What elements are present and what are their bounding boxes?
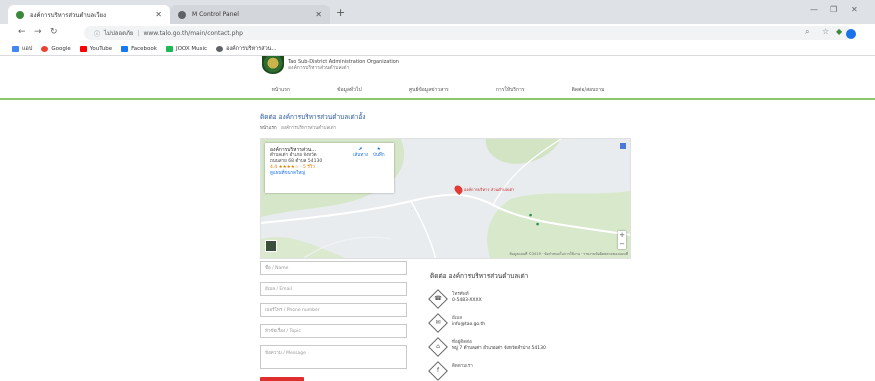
org-logo[interactable]: [262, 56, 284, 74]
zoom-out-icon[interactable]: −: [618, 240, 626, 249]
contact-address-value: หมู่ 7 ตำบลเต่า อำเภอเต่า จังหวัดลำปาง 5…: [452, 346, 546, 351]
org-name-thai: องค์การบริหารส่วนตำบลเต่า: [288, 65, 350, 71]
browser-toolbar: ← → ↻ ⓘ ไม่ปลอดภัย | www.talo.go.th/main…: [0, 24, 875, 42]
bookmark-joox[interactable]: JOOX Music: [165, 45, 207, 52]
nav-item-services[interactable]: การให้บริการ: [496, 86, 525, 94]
bookmark-youtube[interactable]: YouTube: [79, 45, 112, 52]
org-name: Tao Sub-District Administration Organiza…: [288, 59, 399, 71]
globe-icon: [216, 45, 224, 52]
subject-field[interactable]: [260, 324, 407, 338]
contact-social-label: ติดตามเรา: [452, 364, 473, 369]
main-nav: หน้าแรก ข้อมูลทั่วไป ศูนย์ข้อมูลข่าวสาร …: [248, 84, 628, 96]
tab-title: องค์การบริหารส่วนตำบลเวียง: [30, 11, 107, 19]
map-pin-label: องค์การบริหาร ส่วนตำบลเต่า: [464, 187, 515, 192]
browser-tab-active[interactable]: องค์การบริหารส่วนตำบลเวียง ✕: [8, 5, 170, 24]
map-card-larger-map-link[interactable]: ดูแผนที่ขนาดใหญ่: [270, 171, 389, 177]
nav-item-about[interactable]: ข้อมูลทั่วไป: [337, 86, 362, 94]
reload-icon[interactable]: ↻: [50, 27, 58, 37]
map-zoom-control[interactable]: + −: [618, 231, 626, 249]
map-place-label: ·: [411, 207, 413, 211]
map-poi-icon: ●: [536, 222, 540, 226]
security-label: ไม่ปลอดภัย: [104, 30, 134, 37]
globe-icon: [178, 10, 186, 19]
fullscreen-icon[interactable]: [620, 143, 626, 149]
content-panel: ติดต่อ องค์การบริหารส่วนตำบลเต่าอั้ง หน้…: [248, 104, 631, 381]
back-icon[interactable]: ←: [18, 27, 26, 37]
tab-title: M Control Panel: [192, 11, 239, 18]
map-credit[interactable]: ข้อมูลแผนที่ ©2019 · ข้อกำหนดในการใช้งาน…: [509, 251, 628, 257]
forward-icon[interactable]: →: [34, 27, 42, 37]
nav-item-home[interactable]: หน้าแรก: [272, 86, 290, 94]
breadcrumb: หน้าแรก องค์การบริหารส่วนตำบลเต่า: [260, 124, 336, 131]
browser-tab-inactive[interactable]: M Control Panel ✕: [170, 5, 330, 24]
joox-icon: [165, 45, 173, 52]
email-field[interactable]: [260, 282, 407, 296]
name-field[interactable]: [260, 261, 407, 275]
close-tab-icon[interactable]: ✕: [315, 10, 322, 19]
bookmark-google[interactable]: Google: [41, 45, 71, 52]
map-place-card: องค์การบริหารส่วน... ตำบลเต่า อำเภอ จังห…: [265, 143, 394, 193]
close-window-icon[interactable]: ✕: [851, 5, 858, 14]
message-field[interactable]: [260, 345, 407, 369]
site-favicon-icon: [16, 10, 24, 19]
bookmark-org[interactable]: องค์การบริหารส่วน...: [216, 45, 277, 53]
minimize-window-icon[interactable]: —: [810, 5, 818, 14]
google-map[interactable]: · ● ● องค์การบริหารส่วน... ตำบลเต่า อำเภ…: [260, 138, 631, 259]
map-directions-button[interactable]: ⬈ เส้นทาง: [353, 147, 368, 159]
email-icon: ✉: [435, 319, 441, 326]
contact-email-value[interactable]: info@tao.go.th: [452, 322, 485, 328]
phone-icon: ☎: [434, 295, 442, 302]
info-icon[interactable]: ⓘ: [94, 29, 100, 38]
bookmark-apps[interactable]: แอป: [12, 45, 32, 53]
profile-avatar[interactable]: [846, 29, 856, 39]
send-button[interactable]: [260, 377, 304, 381]
url-text: www.talo.go.th/main/contact.php: [143, 29, 243, 37]
browser-tabstrip: องค์การบริหารส่วนตำบลเวียง ✕ M Control P…: [0, 0, 875, 24]
facebook-icon: [121, 45, 129, 52]
phone-field[interactable]: [260, 303, 407, 317]
social-icon[interactable]: f: [433, 366, 443, 376]
zoom-icon[interactable]: ⌕: [805, 27, 809, 37]
address-bar[interactable]: ⓘ ไม่ปลอดภัย | www.talo.go.th/main/conta…: [84, 26, 852, 40]
map-poi-icon: ●: [529, 213, 533, 217]
breadcrumb-current: องค์การบริหารส่วนตำบลเต่า: [281, 126, 337, 131]
star-icon[interactable]: ☆: [822, 27, 829, 36]
contact-info-title: ติดต่อ องค์การบริหารส่วนตำบลเต่า: [430, 272, 529, 280]
google-icon: [41, 45, 49, 52]
breadcrumb-home[interactable]: หน้าแรก: [260, 126, 277, 131]
nav-item-contact[interactable]: ติดต่อ/สอบถาม: [572, 86, 605, 94]
map-save-button[interactable]: ★ บันทึก: [373, 147, 385, 159]
location-icon: ⌂: [436, 343, 440, 350]
satellite-toggle[interactable]: [265, 240, 277, 252]
bookmark-facebook[interactable]: Facebook: [121, 45, 157, 52]
nav-item-info-center[interactable]: ศูนย์ข้อมูลข่าวสาร: [409, 86, 449, 94]
maximize-window-icon[interactable]: ❐: [830, 5, 837, 14]
new-tab-icon[interactable]: +: [336, 6, 345, 19]
zoom-in-icon[interactable]: +: [618, 231, 626, 240]
close-tab-icon[interactable]: ✕: [155, 10, 162, 19]
extension-icon[interactable]: ◆: [836, 27, 842, 36]
contact-phone-value[interactable]: 0-5483-XXXX: [452, 298, 482, 304]
youtube-icon: [79, 45, 87, 52]
bookmarks-bar: แอป Google YouTube Facebook JOOX Music อ…: [0, 42, 875, 56]
apps-icon: [12, 45, 19, 52]
nav-divider: [0, 98, 875, 100]
page-title: ติดต่อ องค์การบริหารส่วนตำบลเต่าอั้ง: [260, 113, 366, 121]
